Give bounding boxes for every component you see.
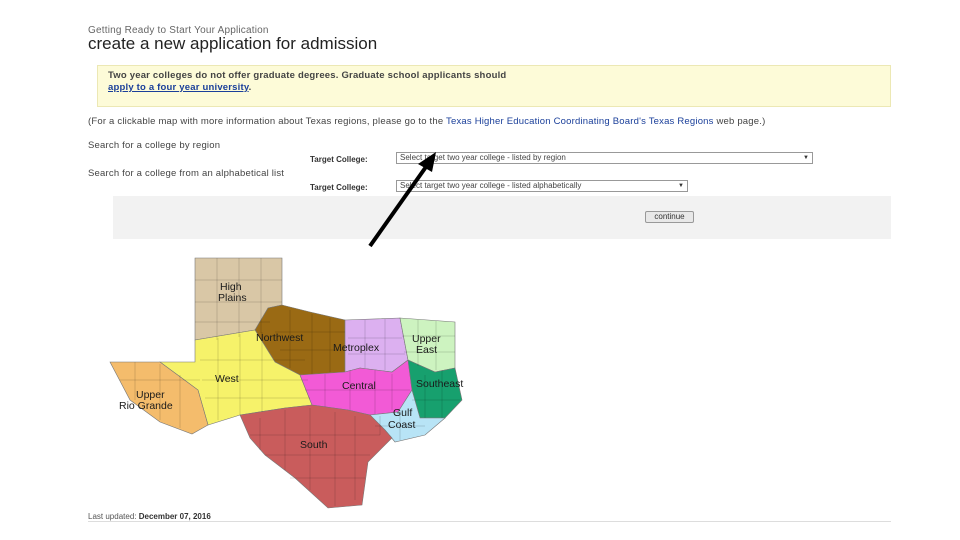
region-south — [239, 404, 393, 509]
info-prefix: (For a clickable map with more informati… — [88, 116, 447, 127]
search-by-region-label: Search for a college by region — [88, 140, 221, 151]
chevron-down-icon: ▼ — [678, 183, 684, 189]
chevron-down-icon: ▼ — [803, 155, 809, 161]
notice-box: Two year colleges do not offer graduate … — [97, 65, 891, 107]
label-metroplex: Metroplex — [333, 342, 380, 354]
action-bar — [113, 196, 891, 239]
last-updated-date: December 07, 2016 — [138, 512, 211, 521]
regions-info-line: (For a clickable map with more informati… — [88, 116, 765, 127]
label-upper-east-2: East — [416, 344, 437, 356]
label-northwest: Northwest — [256, 332, 303, 344]
page-title: create a new application for admission — [88, 34, 378, 53]
target-college-label-region: Target College: — [310, 155, 368, 164]
four-year-university-link[interactable]: apply to a four year university — [108, 82, 249, 93]
label-gulf-coast-1: Gulf — [393, 407, 412, 419]
last-updated-label: Last updated: — [88, 512, 137, 521]
info-suffix: web page.) — [713, 116, 766, 127]
texas-regions-link[interactable]: Texas Higher Education Coordinating Boar… — [446, 116, 714, 127]
annotation-arrow — [368, 152, 436, 248]
notice-text: Two year colleges do not offer graduate … — [108, 70, 507, 81]
label-west: West — [215, 373, 239, 385]
label-high-plains-2: Plains — [218, 292, 247, 304]
texas-regions-map: High Plains Northwest Metroplex Upper Ea… — [109, 257, 463, 509]
label-south: South — [300, 439, 328, 451]
label-southeast: Southeast — [416, 378, 463, 390]
target-college-label-alpha: Target College: — [310, 183, 368, 192]
continue-button[interactable]: continue — [645, 211, 694, 223]
notice-suffix: . — [248, 82, 252, 93]
last-updated: Last updated: December 07, 2016 — [88, 512, 211, 521]
region-college-select[interactable]: Select target two year college - listed … — [396, 152, 813, 164]
label-gulf-coast-2: Coast — [388, 419, 416, 431]
search-alphabetical-label: Search for a college from an alphabetica… — [88, 168, 285, 179]
footer-divider — [88, 521, 891, 522]
label-central: Central — [342, 380, 376, 392]
label-upper-rio-grande-2: Rio Grande — [119, 400, 173, 412]
